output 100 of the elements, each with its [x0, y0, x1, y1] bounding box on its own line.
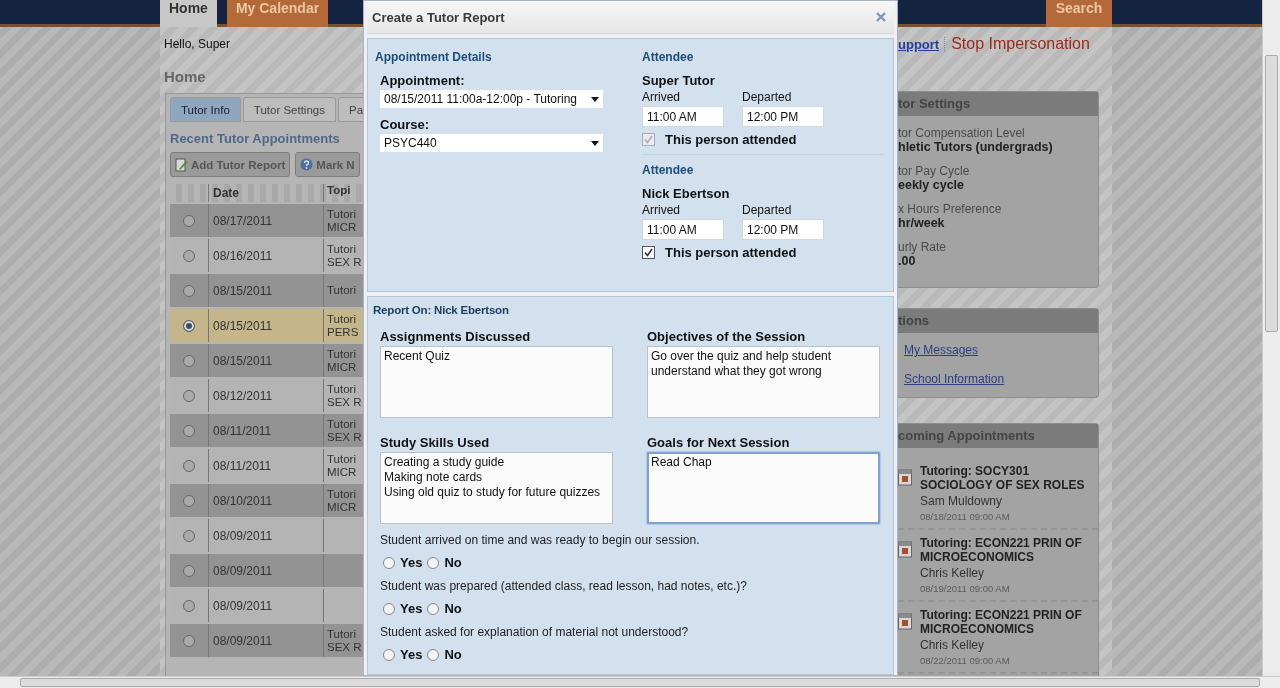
table-cell: Tutori MICR [327, 487, 357, 513]
row-radio[interactable] [183, 214, 195, 227]
appointment-title[interactable]: Tutoring: ECON221 PRIN OF MICROECONOMICS [920, 608, 1094, 636]
radio-label: No [444, 555, 462, 570]
text-area[interactable]: Creating a study guide Making note cards Using old quiz to study for future quizzes [380, 452, 613, 524]
table-cell: 08/11/2011 [213, 423, 272, 438]
attendee-name: Nick Ebertson [642, 186, 731, 201]
table-cell: Tutori SEX R [327, 382, 362, 408]
radio-button[interactable] [427, 602, 440, 615]
row-radio[interactable] [183, 319, 195, 332]
table-cell: Tutori SEX R [327, 627, 362, 653]
dialog-title: Create a Tutor Report [372, 9, 505, 25]
radio-label: Yes [400, 601, 423, 616]
time-field[interactable]: 11:00 AM [642, 219, 724, 240]
row-radio[interactable] [183, 529, 195, 542]
radio-label: Yes [400, 555, 423, 570]
table-row[interactable]: 08/09/2011 [170, 554, 363, 587]
table-cell: 08/17/2011 [213, 213, 273, 228]
table-cell: 08/11/2011 [213, 458, 272, 473]
section-heading: Report On: Nick Ebertson [373, 304, 510, 316]
panel-link[interactable]: My Messages [904, 343, 979, 357]
text-area[interactable]: Read Chap [647, 452, 880, 524]
greeting-text: Hello, Super [164, 37, 232, 51]
section-heading: Attendee [642, 50, 695, 64]
field-label: Objectives of the Session [647, 329, 807, 344]
table-cell: 08/15/2011 [213, 318, 273, 333]
table-row[interactable]: 08/15/2011 Tutori PERS [170, 309, 363, 342]
setting-label: urly Rate [898, 240, 948, 254]
panel-link[interactable]: School Information [904, 372, 1005, 386]
row-radio[interactable] [183, 494, 195, 507]
checkbox[interactable] [642, 246, 655, 259]
close-icon[interactable] [876, 12, 886, 22]
row-radio[interactable] [183, 564, 195, 577]
table-cell: 08/09/2011 [213, 563, 273, 578]
panel-tab[interactable]: Tutor Info [170, 97, 241, 122]
table-cell: 08/15/2011 [213, 353, 273, 368]
document-pencil-icon [175, 157, 188, 172]
row-radio[interactable] [183, 389, 195, 402]
field-label: Appointment: [380, 73, 466, 88]
column-header: Topi [326, 184, 351, 198]
field-label: Study Skills Used [380, 435, 491, 450]
table-row[interactable]: 08/17/2011 Tutori MICR [170, 204, 363, 237]
field-label: Arrived [642, 203, 681, 217]
section-title: Recent Tutor Appointments [170, 131, 341, 146]
nav-tab[interactable]: Home [160, 0, 217, 27]
table-row[interactable]: 08/09/2011 Tutori SEX R [170, 624, 363, 657]
appointment-person: Chris Kelley [920, 566, 986, 580]
setting-value: hletic Tutors (undergrads) [898, 140, 1054, 154]
setting-value: eekly cycle [898, 178, 966, 192]
table-cell: Tutori MICR [327, 207, 357, 233]
stop-impersonation-link[interactable]: Stop Impersonation [951, 35, 1090, 53]
attendee-name: Super Tutor [642, 73, 716, 88]
radio-button[interactable] [427, 556, 440, 569]
table-cell: 08/09/2011 [213, 528, 273, 543]
radio-button[interactable] [383, 648, 395, 661]
appointment-title[interactable]: Tutoring: SOCY301 SOCIOLOGY OF SEX ROLES [920, 464, 1094, 492]
question-text: Student was prepared (attended class, read lesson, had notes, etc.)? [380, 579, 748, 593]
time-field[interactable]: 12:00 PM [742, 219, 824, 240]
radio-button[interactable] [427, 648, 440, 661]
setting-value: hr/week [898, 216, 946, 230]
row-radio[interactable] [183, 284, 195, 297]
radio-label: No [444, 647, 462, 662]
row-radio[interactable] [183, 249, 195, 262]
table-cell: Tutori [327, 284, 356, 296]
setting-value: .00 [898, 254, 917, 268]
caret-icon [591, 140, 599, 146]
table-cell: Tutori SEX R [327, 242, 362, 268]
table-row[interactable]: 08/11/2011 Tutori SEX R [170, 414, 363, 447]
dropdown[interactable]: PSYC440 [380, 134, 603, 152]
row-radio[interactable] [183, 459, 195, 472]
table-cell: 08/12/2011 [213, 388, 273, 403]
vertical-scrollbar[interactable] [1262, 0, 1280, 676]
dropdown[interactable]: 08/15/2011 11:00a-12:00p - Tutoring [380, 90, 603, 108]
radio-button[interactable] [383, 602, 395, 615]
table-row[interactable]: 08/15/2011 Tutori [170, 274, 363, 307]
row-radio[interactable] [183, 424, 195, 437]
field-label: Course: [380, 117, 431, 132]
table-row[interactable]: 08/15/2011 Tutori MICR [170, 344, 363, 377]
field-label: Departed [742, 203, 793, 217]
table-cell: 08/15/2011 [213, 283, 273, 298]
horizontal-scrollbar[interactable] [0, 676, 1280, 688]
text-area[interactable]: Recent Quiz [380, 346, 613, 418]
panel-tab[interactable]: Tutor Settings [242, 97, 336, 122]
appointment-title[interactable]: Tutoring: ECON221 PRIN OF MICROECONOMICS [920, 536, 1094, 564]
radio-button[interactable] [383, 556, 395, 569]
checkbox-label: This person attended [665, 132, 797, 147]
page-title: Home [164, 68, 207, 85]
row-radio[interactable] [183, 599, 195, 612]
table-cell: 08/09/2011 [213, 598, 273, 613]
question-text: Student asked for explanation of material not understood? [380, 625, 690, 639]
caret-icon [591, 96, 599, 102]
row-radio[interactable] [183, 634, 195, 647]
column-header: Date [209, 184, 324, 202]
table-cell: 08/09/2011 [213, 633, 273, 648]
table-cell: Tutori PERS [327, 312, 359, 338]
radio-label: No [444, 601, 462, 616]
table-row[interactable]: 08/10/2011 Tutori MICR [170, 484, 363, 517]
text-area[interactable]: Go over the quiz and help student understand what they got wrong [647, 346, 880, 418]
row-radio[interactable] [183, 354, 195, 367]
checkbox-label: This person attended [665, 245, 797, 260]
